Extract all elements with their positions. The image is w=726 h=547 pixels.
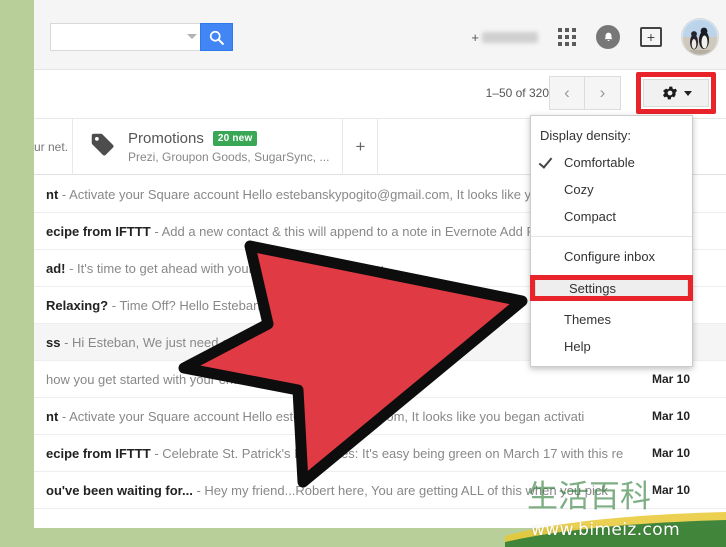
mail-row-snippet: - Celebrate St. Patrick's Day Notes: It'… — [150, 445, 624, 461]
tab-promotions-label: Promotions — [128, 130, 204, 147]
mail-row-snippet: how you get started with your ent. Welco… — [46, 371, 422, 387]
mail-row-subject: ad! — [46, 260, 66, 276]
check-icon — [538, 154, 553, 169]
tab-previous-truncated[interactable]: ur net... — [34, 119, 68, 175]
gear-icon — [662, 86, 677, 100]
mail-row-date: Mar 10 — [652, 446, 691, 460]
tab-promotions-text: Promotions 20 new Prezi, Groupon Goods, … — [128, 130, 329, 164]
mail-row-subject: nt — [46, 408, 59, 424]
search-bar — [50, 23, 233, 51]
mail-row-subject: ss — [46, 334, 61, 350]
menu-item-label: Help — [564, 339, 591, 354]
menu-item-label: Settings — [569, 280, 616, 296]
mail-row-date: Mar 10 — [652, 372, 691, 386]
settings-gear-button[interactable] — [643, 79, 709, 107]
menu-item-settings-wrapper: Settings — [530, 275, 693, 301]
app-header: + + — [34, 0, 726, 70]
mail-row[interactable]: ecipe from IFTTT - Celebrate St. Patrick… — [34, 435, 726, 472]
mail-row-snippet: - Add a new contact & this will append t… — [150, 223, 560, 239]
menu-item-help[interactable]: Help — [531, 333, 692, 360]
bell-glyph — [604, 32, 612, 41]
chevron-down-icon — [683, 90, 692, 96]
menu-item-comfortable[interactable]: Comfortable — [531, 149, 692, 176]
mail-row-date: Mar 10 — [652, 409, 691, 423]
menu-item-label: Compact — [564, 209, 617, 224]
mail-row-snippet: - Hey my friend...Robert here, You are g… — [192, 482, 608, 498]
pagination-count: 1–50 of 320 — [485, 86, 549, 100]
mail-row-snippet: - Activate your Square account Hello est… — [58, 186, 571, 202]
menu-item-label: Themes — [564, 312, 611, 327]
share-plus-icon[interactable]: + — [640, 27, 662, 47]
next-page-button[interactable]: › — [585, 76, 621, 110]
search-button[interactable] — [200, 23, 233, 51]
tag-icon — [88, 130, 128, 165]
menu-item-configure-inbox[interactable]: Configure inbox — [531, 243, 692, 270]
apps-grid-icon[interactable] — [558, 28, 576, 46]
mail-row-snippet: - Activate your Square account Hello est… — [58, 408, 585, 424]
add-tab-button[interactable]: + — [344, 119, 378, 175]
menu-divider — [531, 236, 692, 237]
mail-row-snippet: - Hi Esteban, We just need are files and… — [60, 334, 301, 350]
chevron-down-icon[interactable] — [187, 34, 197, 39]
avatar[interactable] — [682, 19, 718, 55]
menu-item-compact[interactable]: Compact — [531, 203, 692, 230]
mail-row-subject: ou've been waiting for... — [46, 482, 193, 498]
mail-row-text: ou've been waiting for... - Hey my frien… — [34, 483, 642, 498]
menu-item-cozy[interactable]: Cozy — [531, 176, 692, 203]
menu-item-label: Comfortable — [564, 155, 635, 170]
plus-account-link[interactable]: + — [471, 30, 538, 45]
mail-row-subject: ecipe from IFTTT — [46, 223, 151, 239]
tab-promotions-senders: Prezi, Groupon Goods, SugarSync, ... — [128, 150, 330, 164]
avatar-penguins-image — [683, 20, 717, 54]
gmail-app: + + 1–50 of 320 ‹ › ur net. Promotions 2… — [34, 0, 726, 528]
mail-row-subject: ecipe from IFTTT — [46, 445, 151, 461]
mail-row-subject: Relaxing? — [46, 297, 109, 313]
mail-row[interactable]: ou've been waiting for... - Hey my frien… — [34, 472, 726, 509]
mail-row-snippet: - Time Off? Hello Esteban, You can cks f… — [108, 297, 352, 313]
mail-row-snippet: - It's time to get ahead with your busin… — [65, 260, 384, 276]
gear-button-highlight — [636, 72, 716, 114]
menu-item-themes[interactable]: Themes — [531, 306, 692, 333]
search-icon — [209, 30, 224, 45]
unread-count-badge: 20 new — [212, 131, 258, 146]
search-input[interactable] — [50, 23, 200, 51]
mail-row-text: ecipe from IFTTT - Celebrate St. Patrick… — [34, 446, 642, 461]
tab-promotions-title-line: Promotions 20 new — [128, 130, 329, 147]
plus-label: + — [471, 29, 479, 45]
menu-item-settings[interactable]: Settings — [535, 275, 688, 301]
menu-item-label: Cozy — [564, 182, 594, 197]
pagination-controls: ‹ › — [549, 76, 621, 110]
settings-dropdown-menu: Display density: Comfortable Cozy Compac… — [530, 115, 693, 367]
menu-title-display-density: Display density: — [540, 128, 632, 143]
tab-promotions[interactable]: Promotions 20 new Prezi, Groupon Goods, … — [72, 119, 343, 175]
account-name-blurred — [482, 31, 538, 43]
mail-row-text: how you get started with your ent. Welco… — [34, 372, 642, 387]
mail-row-date: Mar 10 — [652, 483, 691, 497]
menu-item-label: Configure inbox — [564, 249, 656, 264]
mail-row-subject: nt — [46, 186, 59, 202]
previous-page-button[interactable]: ‹ — [549, 76, 585, 110]
mail-row-text: nt - Activate your Square account Hello … — [34, 409, 642, 424]
header-right-cluster: + + — [471, 19, 718, 55]
list-toolbar: 1–50 of 320 ‹ › — [34, 70, 726, 118]
mail-row[interactable]: nt - Activate your Square account Hello … — [34, 398, 726, 435]
bell-icon[interactable] — [596, 25, 620, 49]
